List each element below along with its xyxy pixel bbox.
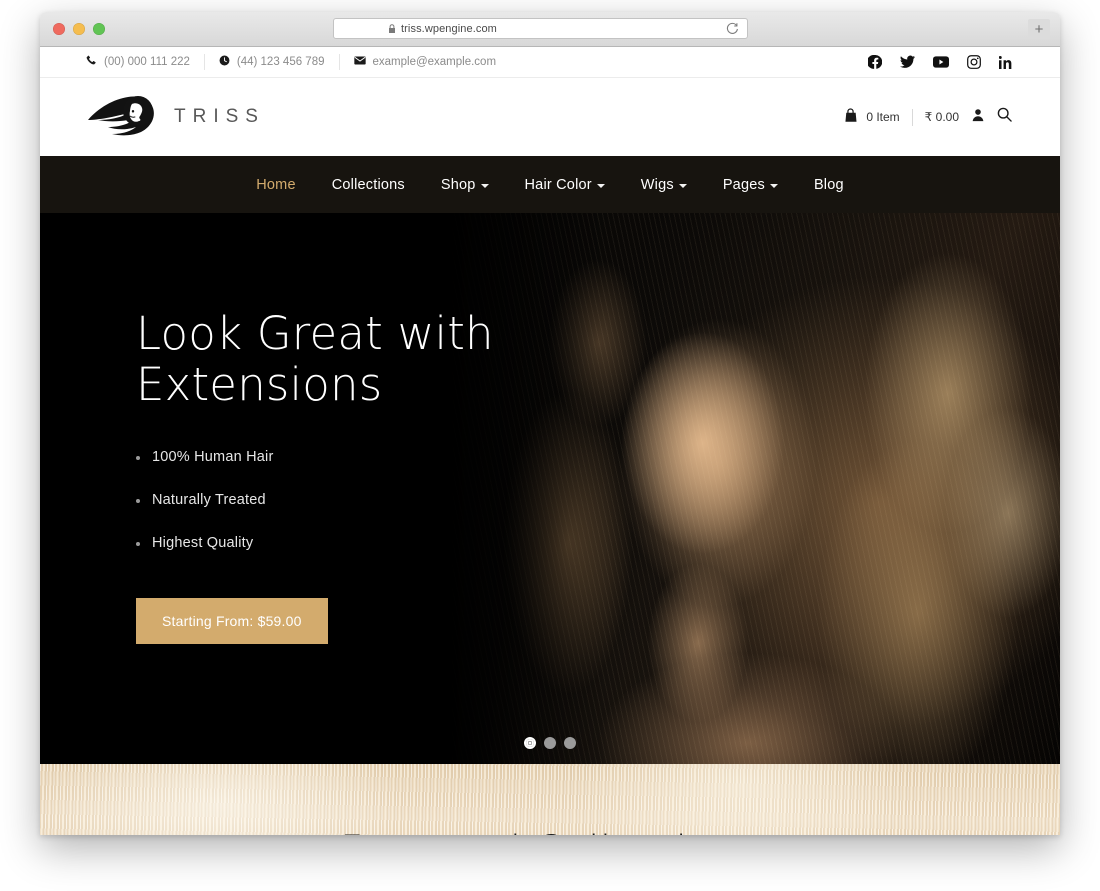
minimize-window-button[interactable] xyxy=(73,23,85,35)
clock-icon xyxy=(219,55,230,69)
hero-title-line-1: Look Great with xyxy=(136,307,494,360)
top-info-bar: (00) 000 111 222 (44) 123 456 789 exampl… xyxy=(40,47,1060,78)
nav-label: Shop xyxy=(440,176,476,193)
hero-content: Look Great with Extensions 100% Human Ha… xyxy=(136,307,556,644)
browser-titlebar: triss.wpengine.com + xyxy=(40,12,1060,47)
instagram-icon[interactable] xyxy=(967,55,981,69)
chevron-down-icon xyxy=(769,183,778,188)
phone-icon xyxy=(86,55,97,69)
linkedin-icon[interactable] xyxy=(999,55,1012,69)
cart-button[interactable]: 0 Item xyxy=(843,108,900,126)
cart-item-count: 0 Item xyxy=(866,110,900,124)
youtube-icon[interactable] xyxy=(933,56,949,68)
hero-title: Look Great with Extensions xyxy=(136,307,556,411)
window-controls xyxy=(53,23,105,35)
contact-group: (00) 000 111 222 (44) 123 456 789 exampl… xyxy=(86,54,510,70)
twitter-icon[interactable] xyxy=(900,55,915,69)
secondary-number: (44) 123 456 789 xyxy=(236,56,325,68)
page-viewport: (00) 000 111 222 (44) 123 456 789 exampl… xyxy=(40,47,1060,835)
nav-item-collections[interactable]: Collections xyxy=(314,177,423,193)
new-tab-button[interactable]: + xyxy=(1028,19,1050,39)
nav-label: Pages xyxy=(722,176,765,193)
nav-label: Blog xyxy=(813,176,844,193)
facebook-icon[interactable] xyxy=(868,55,882,69)
chevron-down-icon xyxy=(596,183,605,188)
slider-dot-3[interactable] xyxy=(564,737,576,749)
slider-dot-1[interactable] xyxy=(524,737,536,749)
search-button[interactable] xyxy=(997,107,1012,127)
nav-item-shop[interactable]: Shop xyxy=(423,177,507,193)
featured-collections-section: Featured Collections xyxy=(40,764,1060,835)
url-text: triss.wpengine.com xyxy=(401,22,497,35)
nav-item-home[interactable]: Home xyxy=(238,177,313,193)
browser-window: triss.wpengine.com + (00) 000 111 222 (4… xyxy=(40,12,1060,835)
phone-contact[interactable]: (00) 000 111 222 xyxy=(86,54,205,70)
hero-title-line-2: Extensions xyxy=(136,357,383,411)
site-header: TRISS 0 Item ₹ 0.00 xyxy=(40,78,1060,156)
triss-hair-logo-icon xyxy=(88,96,154,136)
brand-name: TRISS xyxy=(174,106,265,127)
envelope-icon xyxy=(353,56,366,68)
nav-label: Home xyxy=(256,176,296,193)
header-divider xyxy=(911,108,913,126)
phone-number: (00) 000 111 222 xyxy=(104,56,190,68)
reload-icon[interactable] xyxy=(726,22,739,40)
email-contact[interactable]: example@example.com xyxy=(340,54,511,70)
chevron-down-icon xyxy=(678,183,687,188)
hero-cta-button[interactable]: Starting From: $59.00 xyxy=(136,597,328,644)
slider-pagination xyxy=(40,737,1060,749)
nav-label: Hair Color xyxy=(524,176,592,193)
nav-label: Collections xyxy=(331,176,405,193)
list-item: 100% Human Hair xyxy=(136,449,556,465)
nav-item-blog[interactable]: Blog xyxy=(796,177,862,193)
slider-dot-2[interactable] xyxy=(544,737,556,749)
chevron-down-icon xyxy=(480,183,489,188)
nav-item-pages[interactable]: Pages xyxy=(705,177,796,193)
main-navigation: Home Collections Shop Hair Color Wigs Pa… xyxy=(40,156,1060,213)
header-tools: 0 Item ₹ 0.00 xyxy=(843,107,1012,127)
social-links xyxy=(868,55,1012,69)
user-icon xyxy=(971,108,985,127)
featured-collections-title: Featured Collections xyxy=(40,828,1060,835)
account-button[interactable] xyxy=(971,108,985,127)
hero-feature-list: 100% Human Hair Naturally Treated Highes… xyxy=(136,449,556,551)
hero-slider: Look Great with Extensions 100% Human Ha… xyxy=(40,213,1060,764)
nav-label: Wigs xyxy=(640,176,674,193)
search-icon xyxy=(997,107,1012,127)
lock-icon xyxy=(388,23,396,34)
nav-item-wigs[interactable]: Wigs xyxy=(623,177,705,193)
brand-logo[interactable]: TRISS xyxy=(86,94,265,140)
email-address: example@example.com xyxy=(372,56,497,68)
address-bar[interactable]: triss.wpengine.com xyxy=(333,18,748,39)
hours-contact[interactable]: (44) 123 456 789 xyxy=(205,54,340,70)
shopping-bag-icon xyxy=(843,108,858,126)
close-window-button[interactable] xyxy=(53,23,65,35)
cart-total: ₹ 0.00 xyxy=(924,110,959,124)
list-item: Highest Quality xyxy=(136,535,556,551)
nav-item-hair-color[interactable]: Hair Color xyxy=(507,177,623,193)
list-item: Naturally Treated xyxy=(136,492,556,508)
maximize-window-button[interactable] xyxy=(93,23,105,35)
